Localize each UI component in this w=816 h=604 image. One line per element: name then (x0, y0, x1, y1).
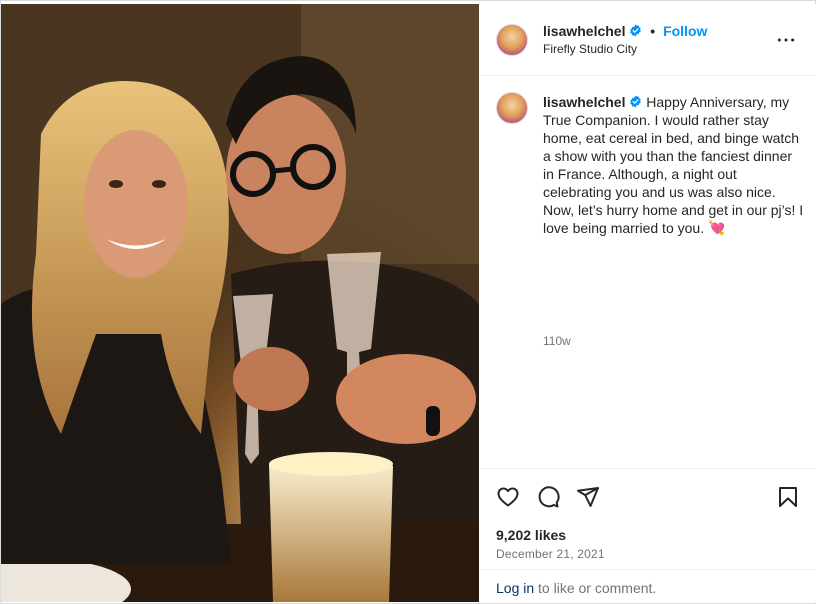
post-side-panel: lisawhelchel • Follow Firefly Studio Cit… (480, 4, 816, 602)
instagram-post: lisawhelchel • Follow Firefly Studio Cit… (0, 0, 816, 604)
follow-button[interactable]: Follow (663, 23, 707, 39)
caption-author-avatar[interactable] (496, 92, 528, 124)
comment-icon[interactable] (536, 485, 560, 509)
author-username[interactable]: lisawhelchel (543, 23, 625, 39)
login-bar: Log in to like or comment. (480, 569, 816, 603)
verified-badge-icon (630, 24, 642, 37)
likes-count[interactable]: 9,202 likes (496, 527, 566, 543)
post-location[interactable]: Firefly Studio City (543, 42, 637, 56)
bookmark-icon[interactable] (776, 485, 800, 509)
post-caption: lisawhelchel Happy Anniversary, my True … (543, 93, 805, 237)
paper-plane-icon[interactable] (576, 485, 600, 509)
photo-couple-toasting (1, 4, 479, 602)
author-line: lisawhelchel • Follow (543, 23, 707, 39)
more-horizontal-icon[interactable] (776, 30, 796, 50)
heart-icon[interactable] (496, 485, 520, 509)
post-header: lisawhelchel • Follow Firefly Studio Cit… (480, 4, 816, 76)
header-separator: • (650, 23, 656, 39)
author-avatar[interactable] (496, 24, 528, 56)
login-prompt: Log in to like or comment. (496, 580, 656, 596)
caption-username[interactable]: lisawhelchel (543, 94, 625, 110)
post-actions: 9,202 likes December 21, 2021 Log in to … (480, 468, 816, 602)
caption-age: 110w (543, 334, 571, 348)
caption-text: Happy Anniversary, my True Companion. I … (543, 94, 804, 236)
verified-badge-icon (630, 95, 642, 108)
comments-area: lisawhelchel Happy Anniversary, my True … (480, 76, 816, 468)
login-suffix: to like or comment. (534, 580, 657, 596)
login-link[interactable]: Log in (496, 580, 534, 596)
post-date[interactable]: December 21, 2021 (496, 547, 605, 561)
post-photo[interactable] (1, 4, 479, 602)
